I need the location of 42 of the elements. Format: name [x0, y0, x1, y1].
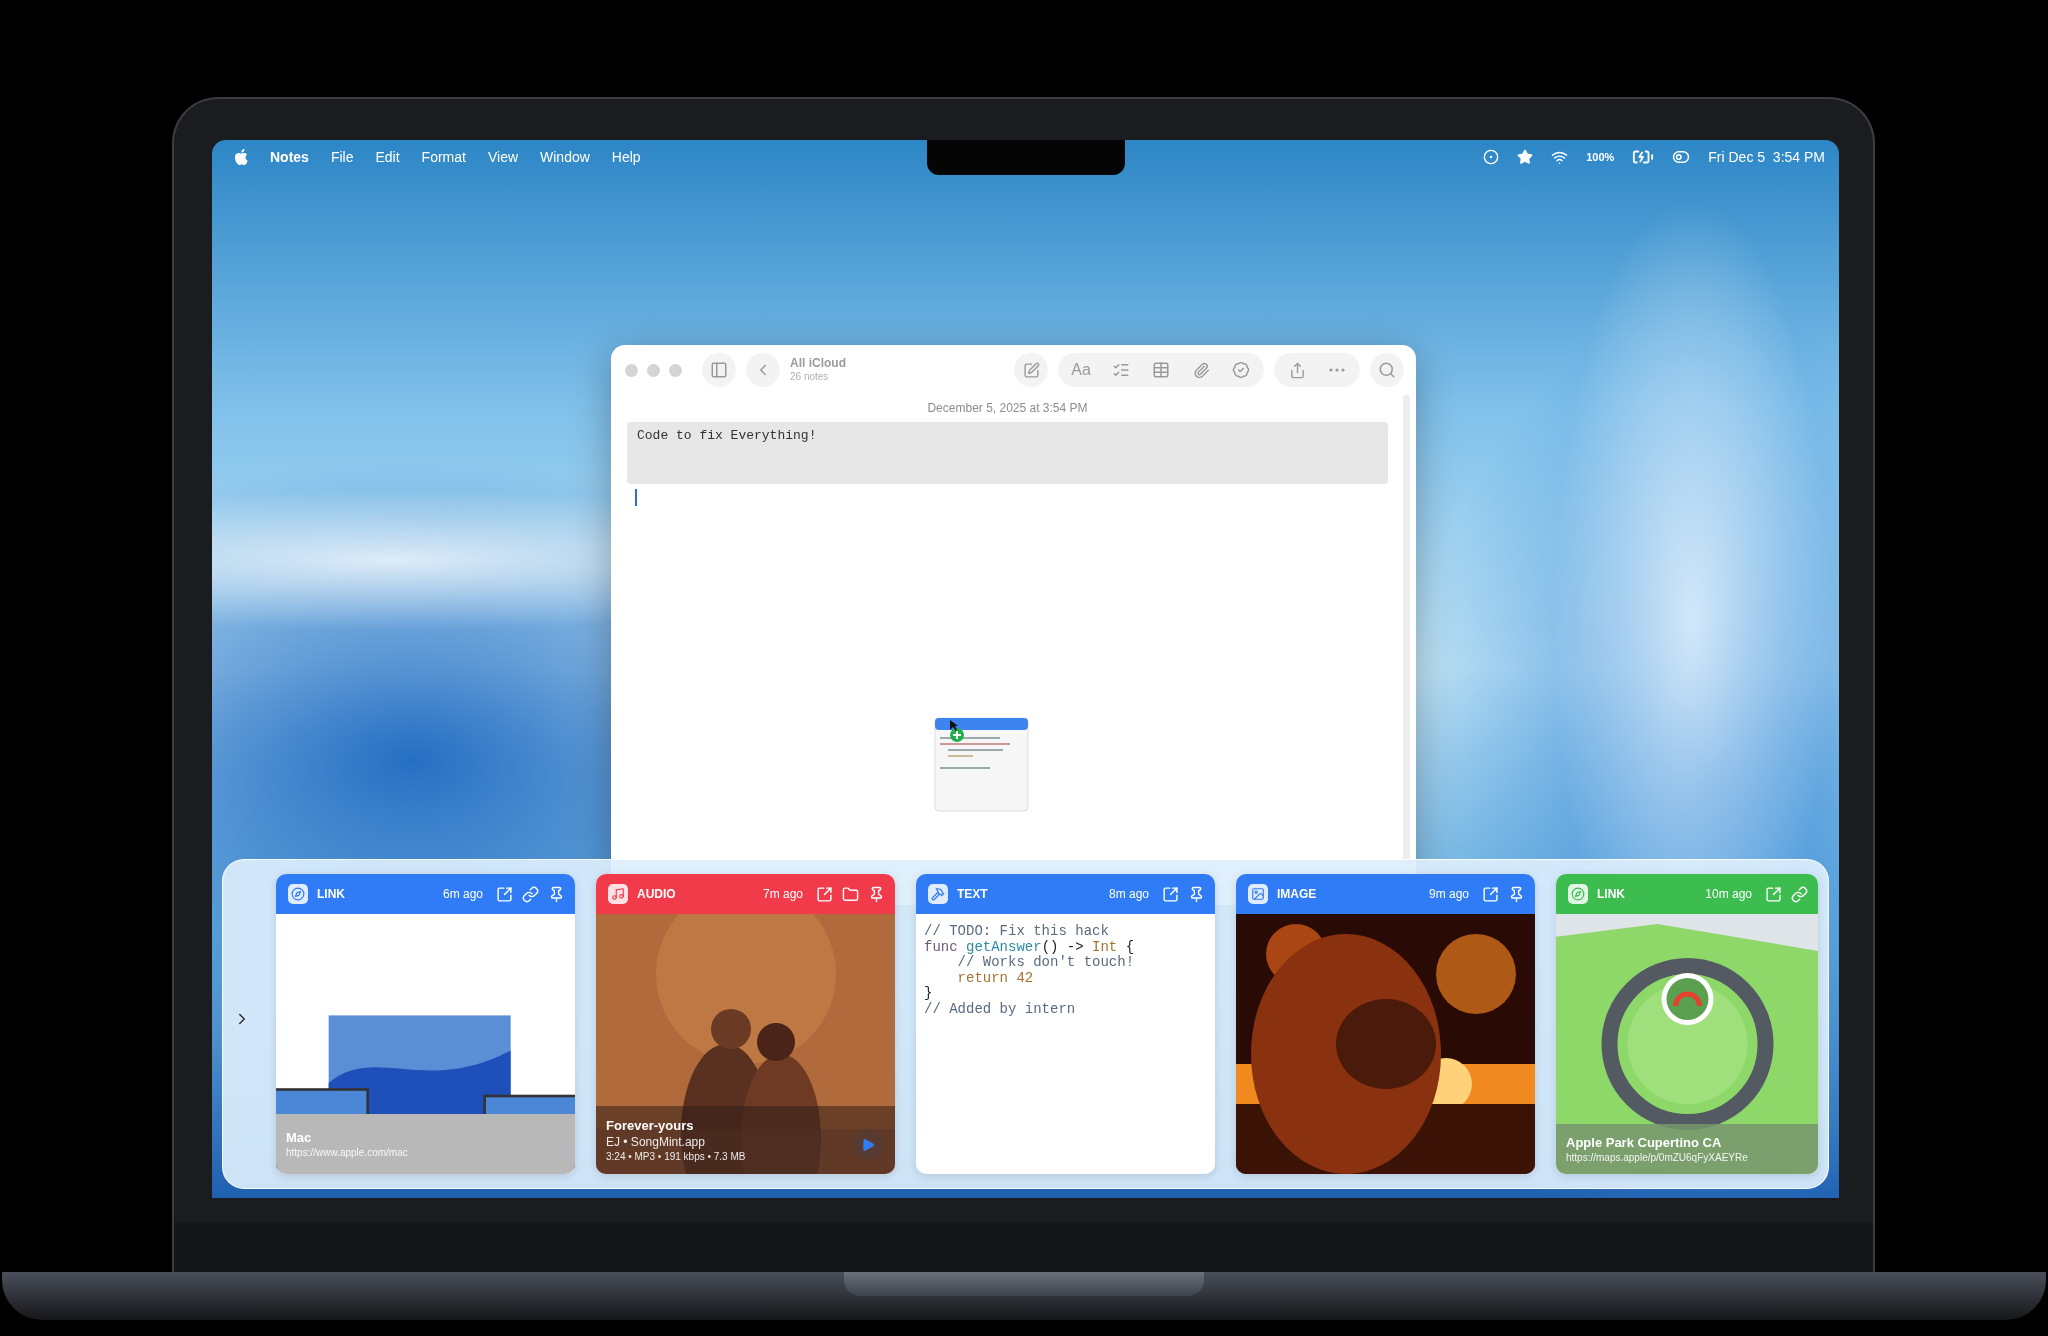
code-line: func getAnswer() -> Int {	[924, 939, 1136, 955]
code-line: // Works don't touch!	[956, 955, 1136, 971]
menu-item[interactable]: Help	[611, 149, 641, 165]
type-label: IMAGE	[1277, 887, 1317, 901]
link-title: Apple Park Cupertino CA	[1566, 1135, 1722, 1150]
folder-title: All iCloud	[790, 357, 846, 370]
link-title: Mac	[286, 1130, 312, 1145]
link-url: https://maps.apple/p/0mZU6qFyXAEYRe	[1566, 1152, 1748, 1163]
clock[interactable]: Fri Dec 5 3:54 PM	[1708, 149, 1825, 165]
code-line: return 42	[956, 970, 1035, 986]
track-title: Forever-yours	[606, 1118, 694, 1133]
code-line: // Added by intern	[924, 1001, 1077, 1017]
menu-item[interactable]: File	[330, 149, 354, 165]
type-label: TEXT	[957, 887, 988, 901]
menu-item[interactable]: Window	[540, 149, 590, 165]
menu-item[interactable]: Notes	[270, 149, 309, 165]
timestamp: 10m ago	[1705, 887, 1752, 901]
code-block: Code to fix Everything!	[627, 422, 1388, 484]
type-label: LINK	[1597, 887, 1625, 901]
track-details: 3:24 • MP3 • 191 kbps • 7.3 MB	[606, 1151, 746, 1162]
timestamp: 7m ago	[762, 887, 803, 901]
clipboard-card[interactable]: TEXT 8m ago // TODO: Fix this hack func getAnswer() -> Int { // Works don't touch! return 42 } // Added by intern	[916, 874, 1215, 1174]
code-line: }	[924, 986, 934, 1002]
timestamp: 8m ago	[1108, 887, 1149, 901]
note-date: December 5, 2025 at 3:54 PM	[927, 401, 1088, 415]
timestamp: 6m ago	[442, 887, 483, 901]
timestamp: 9m ago	[1428, 887, 1469, 901]
code-line: // TODO: Fix this hack	[924, 924, 1110, 940]
menu-item[interactable]: Format	[421, 149, 466, 165]
track-artist: EJ • SongMint.app	[606, 1135, 705, 1149]
clipboard-card[interactable]: AUDIO 7m ago Forever-yours EJ • SongMint.app 3:24 • MP3 • 191 kbps • 7.3 MB	[596, 874, 895, 1174]
clipboard-card[interactable]: LINK 10m ago Apple Park Cupertino CA https://maps.apple/p/0mZU6qFyXAEYRe	[1556, 874, 1818, 1174]
clipboard-card[interactable]: IMAGE 9m ago	[1236, 874, 1535, 1174]
battery-percent: 100%	[1586, 151, 1615, 163]
clipboard-card[interactable]: LINK 6m ago Mac https://www.apple.com/mac	[276, 874, 575, 1174]
type-label: AUDIO	[637, 887, 676, 901]
menu-item[interactable]: Edit	[375, 149, 400, 165]
format-button[interactable]: Aa	[1064, 353, 1098, 387]
type-label: LINK	[317, 887, 345, 901]
note-count: 26 notes	[790, 370, 830, 383]
link-url: https://www.apple.com/mac	[286, 1147, 408, 1158]
menu-item[interactable]: View	[487, 149, 519, 165]
